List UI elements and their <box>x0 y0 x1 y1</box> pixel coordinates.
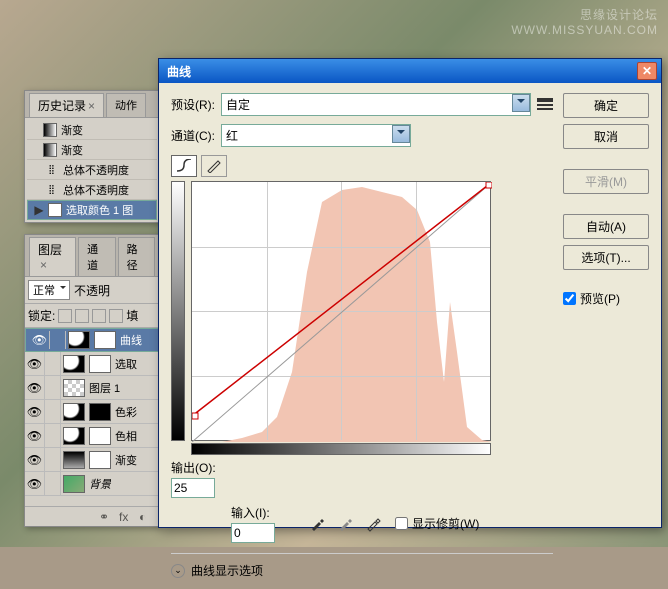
chevron-down-icon <box>392 125 410 143</box>
history-item[interactable]: ⣿总体不透明度 <box>27 160 157 180</box>
eyedropper-black-icon[interactable] <box>307 514 327 534</box>
channel-dropdown[interactable]: 红 <box>221 124 411 147</box>
input-label: 输入(I): <box>231 504 275 521</box>
layer-row[interactable]: 👁色相 <box>25 424 159 448</box>
output-gradient <box>171 181 185 441</box>
close-icon[interactable]: × <box>88 99 95 113</box>
cancel-button[interactable]: 取消 <box>563 124 649 149</box>
layer-row[interactable]: 👁曲线 <box>25 328 159 352</box>
layer-row[interactable]: 👁图层 1 <box>25 376 159 400</box>
layer-thumb[interactable] <box>63 475 85 493</box>
tab-paths[interactable]: 路径 <box>118 237 155 276</box>
preset-dropdown[interactable]: 自定 <box>221 93 531 116</box>
history-item[interactable]: ▶▤选取颜色 1 图 <box>27 200 157 220</box>
expand-label[interactable]: 曲线显示选项 <box>191 562 263 579</box>
lock-transparency-icon[interactable] <box>58 309 72 323</box>
layer-thumb[interactable] <box>63 379 85 397</box>
input-input[interactable] <box>231 523 275 543</box>
lock-all-icon[interactable] <box>109 309 123 323</box>
opacity-icon: ⣿ <box>43 162 59 178</box>
dialog-title: 曲线 <box>163 63 637 80</box>
visibility-toggle[interactable]: 👁 <box>25 448 45 471</box>
preset-menu-icon[interactable] <box>537 98 553 112</box>
curves-dialog: 曲线 ✕ 预设(R): 自定 通道(C): 红 <box>158 58 662 528</box>
expand-icon[interactable]: ⌄ <box>171 564 185 578</box>
fill-label: 填 <box>126 307 138 324</box>
mask-thumb[interactable] <box>94 331 116 349</box>
visibility-toggle[interactable]: 👁 <box>25 352 45 375</box>
layers-footer: ⚭ fx ◐ <box>25 506 159 526</box>
show-clipping-checkbox[interactable]: 显示修剪(W) <box>395 515 479 532</box>
tab-actions[interactable]: 动作 <box>106 93 146 117</box>
gradient-icon <box>43 143 57 157</box>
opacity-label: 不透明 <box>74 282 110 299</box>
lock-row: 锁定: 填 <box>25 304 159 328</box>
output-input[interactable] <box>171 478 215 498</box>
lock-brush-icon[interactable] <box>75 309 89 323</box>
layer-row[interactable]: 👁色彩 <box>25 400 159 424</box>
eyedropper-gray-icon[interactable] <box>335 514 355 534</box>
visibility-toggle[interactable]: 👁 <box>30 331 50 349</box>
layer-thumb[interactable] <box>63 451 85 469</box>
link-icon[interactable]: ⚭ <box>99 510 113 524</box>
layers-toolbar: 正常 不透明 <box>25 277 159 304</box>
layers-tabs: 图层× 通道 路径 <box>25 235 159 277</box>
history-item[interactable]: ⣿总体不透明度 <box>27 180 157 200</box>
channel-label: 通道(C): <box>171 127 215 144</box>
curve-line <box>192 182 492 442</box>
layer-row[interactable]: 👁背景 <box>25 472 159 496</box>
tab-channels[interactable]: 通道 <box>78 237 115 276</box>
visibility-toggle[interactable]: 👁 <box>25 424 45 447</box>
history-item[interactable]: 渐变 <box>27 140 157 160</box>
gradient-icon <box>43 123 57 137</box>
ok-button[interactable]: 确定 <box>563 93 649 118</box>
history-list: 渐变 渐变 ⣿总体不透明度 ⣿总体不透明度 ▶▤选取颜色 1 图 <box>25 118 159 222</box>
visibility-toggle[interactable]: 👁 <box>25 472 45 495</box>
layers-list: 👁曲线 👁选取 👁图层 1 👁色彩 👁色相 👁渐变 👁背景 <box>25 328 159 496</box>
mask-thumb[interactable] <box>89 427 111 445</box>
lock-move-icon[interactable] <box>92 309 106 323</box>
history-panel: 历史记录× 动作 渐变 渐变 ⣿总体不透明度 ⣿总体不透明度 ▶▤选取颜色 1 … <box>24 90 160 223</box>
close-button[interactable]: ✕ <box>637 62 657 80</box>
options-button[interactable]: 选项(T)... <box>563 245 649 270</box>
history-item[interactable]: 渐变 <box>27 120 157 140</box>
watermark-line2: WWW.MISSYUAN.COM <box>511 23 658 37</box>
output-label: 输出(O): <box>171 459 216 476</box>
curve-graph[interactable] <box>191 181 491 441</box>
layer-row[interactable]: 👁渐变 <box>25 448 159 472</box>
chevron-down-icon <box>512 94 530 112</box>
preset-label: 预设(R): <box>171 96 215 113</box>
preview-checkbox[interactable]: 预览(P) <box>563 290 649 307</box>
layers-panel: 图层× 通道 路径 正常 不透明 锁定: 填 👁曲线 👁选取 👁图层 1 👁色彩… <box>24 234 160 527</box>
input-gradient <box>191 443 491 455</box>
layer-thumb[interactable] <box>63 355 85 373</box>
mask-thumb[interactable] <box>89 451 111 469</box>
selective-color-icon: ▤ <box>48 203 62 217</box>
tab-history[interactable]: 历史记录× <box>29 93 104 117</box>
dialog-titlebar[interactable]: 曲线 ✕ <box>159 59 661 83</box>
layer-thumb[interactable] <box>68 331 90 349</box>
layer-row[interactable]: 👁选取 <box>25 352 159 376</box>
fx-icon[interactable]: fx <box>119 510 133 524</box>
watermark: 思缘设计论坛 WWW.MISSYUAN.COM <box>511 6 658 37</box>
mask-thumb[interactable] <box>89 355 111 373</box>
history-tabs: 历史记录× 动作 <box>25 91 159 118</box>
blend-mode-dropdown[interactable]: 正常 <box>28 280 70 300</box>
close-icon[interactable]: × <box>40 258 47 272</box>
watermark-line1: 思缘设计论坛 <box>511 6 658 23</box>
curve-pencil-tool[interactable] <box>201 155 227 177</box>
layer-thumb[interactable] <box>63 403 85 421</box>
layer-thumb[interactable] <box>63 427 85 445</box>
tab-layers[interactable]: 图层× <box>29 237 76 276</box>
auto-button[interactable]: 自动(A) <box>563 214 649 239</box>
smooth-button[interactable]: 平滑(M) <box>563 169 649 194</box>
visibility-toggle[interactable]: 👁 <box>25 376 45 399</box>
mask-thumb[interactable] <box>89 403 111 421</box>
eyedropper-white-icon[interactable] <box>363 514 383 534</box>
curve-point-tool[interactable] <box>171 155 197 177</box>
mask-icon[interactable]: ◐ <box>139 510 153 524</box>
lock-label: 锁定: <box>28 307 55 324</box>
visibility-toggle[interactable]: 👁 <box>25 400 45 423</box>
opacity-icon: ⣿ <box>43 182 59 198</box>
